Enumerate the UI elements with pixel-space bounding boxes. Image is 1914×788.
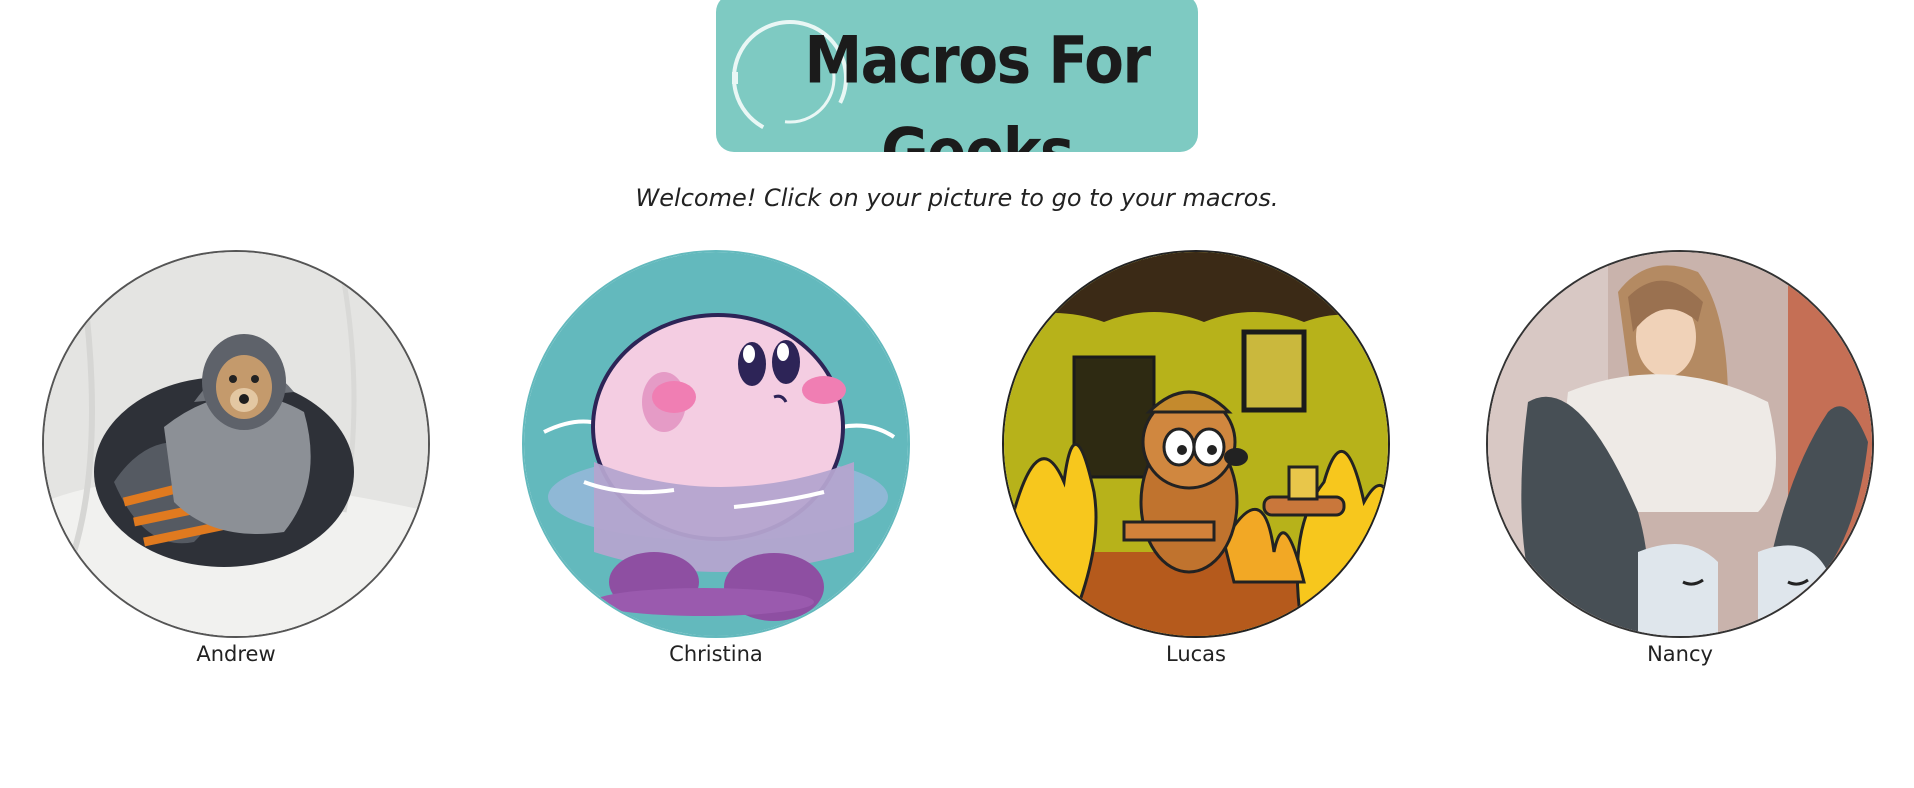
- welcome-message: Welcome! Click on your picture to go to …: [635, 184, 1279, 212]
- dog-in-burning-room-picture: [1004, 252, 1388, 636]
- logo-title: Macros For Geeks: [804, 21, 1151, 152]
- avatar-andrew[interactable]: [42, 250, 430, 638]
- profile-name-nancy[interactable]: Nancy: [1484, 642, 1876, 666]
- profile-name-lucas[interactable]: Lucas: [1000, 642, 1392, 666]
- person-sitting-portrait-picture: [1488, 252, 1872, 636]
- profile-name-andrew[interactable]: Andrew: [40, 642, 432, 666]
- avatar-nancy[interactable]: [1486, 250, 1874, 638]
- profile-card-lucas[interactable]: Lucas: [1000, 250, 1392, 666]
- profile-card-nancy[interactable]: Nancy: [1484, 250, 1876, 666]
- profile-card-christina[interactable]: Christina: [520, 250, 912, 666]
- pink-character-in-water-picture: [524, 252, 908, 636]
- dog-wrapped-in-blanket-picture: [44, 252, 428, 636]
- avatar-christina[interactable]: [522, 250, 910, 638]
- site-logo: Macros For Geeks: [716, 0, 1198, 152]
- profile-name-christina[interactable]: Christina: [520, 642, 912, 666]
- profile-card-andrew[interactable]: Andrew: [40, 250, 432, 666]
- avatar-lucas[interactable]: [1002, 250, 1390, 638]
